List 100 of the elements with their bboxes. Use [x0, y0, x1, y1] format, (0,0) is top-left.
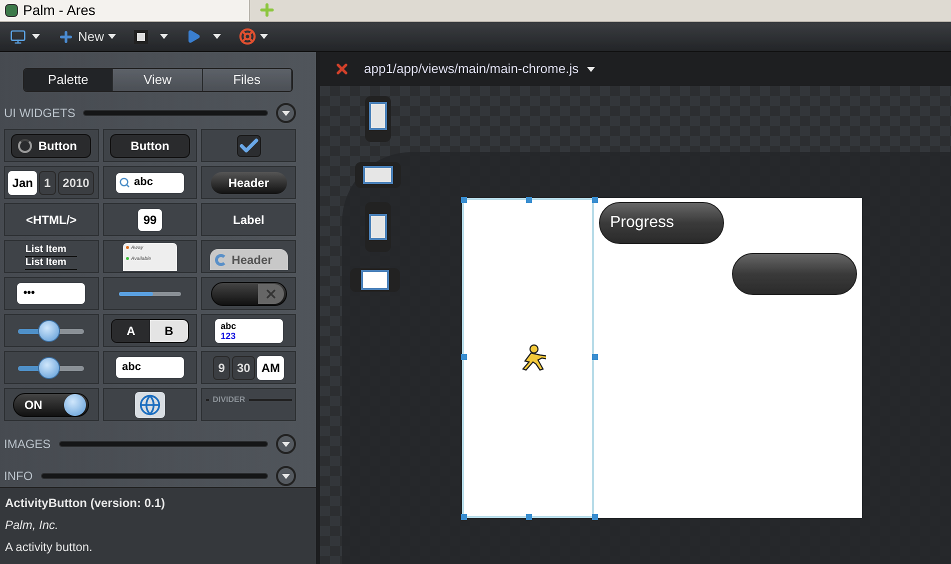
info-description: A activity button. — [5, 539, 94, 556]
search-field-sample[interactable]: abc — [116, 172, 184, 192]
palette-tab[interactable]: View — [113, 69, 203, 91]
widget-cell[interactable]: A B — [102, 314, 198, 347]
password-field-sample[interactable]: ••• — [17, 283, 86, 304]
slider[interactable] — [18, 356, 84, 378]
resize-handle[interactable] — [592, 197, 598, 203]
blank-button[interactable] — [732, 253, 857, 295]
browser-tab[interactable]: Palm - Ares — [0, 0, 250, 21]
text-field-sample[interactable]: abc — [116, 357, 184, 378]
monitor-icon — [10, 28, 26, 44]
widget-cell[interactable]: 9 30 AM — [201, 351, 296, 384]
caret-icon — [108, 34, 116, 39]
sync-icon — [214, 254, 227, 266]
widget-cell[interactable]: ••• — [4, 277, 99, 310]
run-menu-button[interactable] — [186, 29, 222, 44]
resize-handle[interactable] — [461, 197, 467, 203]
caret-icon — [282, 442, 290, 446]
widget-cell[interactable]: Jan 1 2010 — [4, 166, 99, 199]
device-menu-button[interactable] — [10, 28, 40, 44]
new-button[interactable]: New — [58, 26, 116, 46]
play-icon — [186, 29, 202, 44]
resize-handle[interactable] — [461, 514, 467, 520]
widget-cell[interactable]: Button — [4, 129, 99, 162]
widget-cell[interactable]: abc — [102, 166, 198, 199]
picker-part[interactable]: 1 — [38, 170, 56, 194]
progress-button[interactable]: Progress — [599, 202, 724, 244]
widget-cell[interactable] — [102, 277, 198, 310]
resize-handle[interactable] — [526, 197, 532, 203]
section-title: IMAGES — [4, 436, 51, 453]
picker-part[interactable]: 2010 — [58, 170, 94, 194]
tablet-portrait-icon[interactable] — [365, 202, 391, 252]
toggle-knob — [64, 394, 86, 416]
toolbar-header-sample: Header — [210, 249, 288, 270]
save-menu-button[interactable] — [134, 30, 168, 44]
tablet-landscape-icon[interactable] — [350, 268, 400, 292]
picker-part[interactable]: AM — [257, 356, 284, 380]
collapse-button[interactable] — [276, 466, 296, 486]
picker-part[interactable]: Jan — [8, 170, 37, 194]
html-sample: <HTML/> — [26, 212, 77, 228]
save-icon — [134, 30, 148, 44]
lifebuoy-icon — [239, 28, 256, 45]
page-icon — [5, 4, 18, 16]
integer-picker-sample[interactable]: 99 — [138, 208, 162, 230]
info-vendor: Palm, Inc. — [5, 517, 60, 534]
activity-button-sample[interactable]: Button — [11, 134, 92, 158]
header-sample: Header — [210, 172, 287, 194]
collapse-button[interactable] — [276, 434, 296, 454]
slider[interactable] — [18, 320, 84, 342]
widget-cell[interactable]: abc 123 — [201, 314, 296, 347]
phone-portrait-icon[interactable] — [365, 96, 391, 142]
radio-option[interactable]: B — [150, 320, 188, 342]
radio-option[interactable]: A — [112, 320, 150, 342]
toggle-switch-sample[interactable] — [210, 282, 287, 306]
slider-thumb[interactable] — [38, 356, 60, 378]
checkbox-sample[interactable] — [236, 134, 261, 156]
widget-cell[interactable]: 99 — [102, 203, 198, 236]
help-menu-button[interactable] — [239, 28, 268, 45]
resize-handle[interactable] — [592, 354, 598, 360]
widget-cell[interactable] — [201, 277, 296, 310]
caret-icon — [32, 34, 40, 39]
widget-cell[interactable]: abc — [102, 351, 198, 384]
picker-part[interactable]: 9 — [213, 356, 230, 380]
label-sample: Label — [232, 212, 264, 228]
caret-icon — [260, 34, 268, 39]
widget-cell[interactable] — [4, 314, 99, 347]
close-icon[interactable] — [334, 61, 350, 77]
toggle-switch-sample[interactable]: ON — [13, 392, 90, 416]
search-icon — [118, 177, 130, 188]
globe-icon — [138, 394, 161, 416]
phone-landscape-icon[interactable] — [355, 162, 401, 188]
list-item-sample: List Item — [25, 244, 78, 256]
resize-handle[interactable] — [461, 354, 467, 360]
rich-text-sample[interactable]: abc 123 — [214, 318, 283, 342]
info-title: ActivityButton (version: 0.1) — [5, 495, 166, 512]
caret-icon — [213, 34, 222, 39]
widget-cell[interactable] — [4, 351, 99, 384]
picker-part[interactable]: 30 — [232, 356, 256, 380]
close-icon — [264, 286, 278, 300]
widget-cell[interactable]: ON — [4, 388, 99, 421]
widget-cell[interactable] — [201, 129, 296, 162]
slider-thumb[interactable] — [38, 320, 60, 342]
widget-cell[interactable]: List Item List Item — [4, 240, 99, 273]
widget-cell[interactable]: Label — [201, 203, 296, 236]
widget-cell[interactable]: <HTML/> — [4, 203, 99, 236]
spinner-icon — [18, 138, 32, 152]
caret-icon — [586, 66, 595, 72]
plus-icon — [58, 28, 74, 44]
resize-handle[interactable] — [526, 514, 532, 520]
resize-handle[interactable] — [592, 514, 598, 520]
widget-cell[interactable] — [102, 388, 198, 421]
caret-icon — [282, 474, 290, 478]
widget-cell[interactable]: Header — [201, 240, 296, 273]
widget-cell[interactable]: Button — [102, 129, 198, 162]
palette-tab[interactable]: Files — [202, 69, 292, 91]
collapse-button[interactable] — [276, 103, 296, 123]
widget-cell[interactable]: Header — [201, 166, 296, 199]
palette-tab[interactable]: Palette — [24, 69, 114, 91]
button-sample[interactable]: Button — [110, 134, 190, 158]
divider-label: DIVIDER — [212, 394, 246, 406]
